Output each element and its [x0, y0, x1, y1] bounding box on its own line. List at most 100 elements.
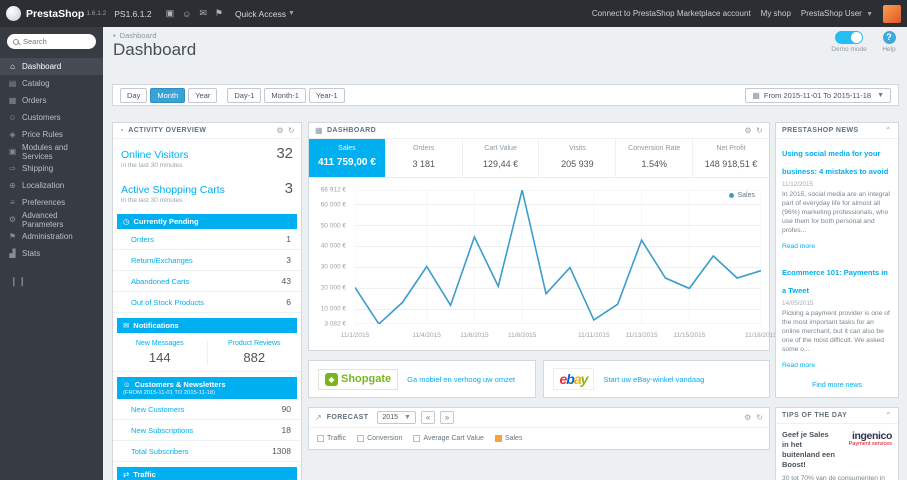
- filter-month-1-button[interactable]: Month-1: [264, 87, 306, 103]
- checkbox-icon: [494, 435, 502, 442]
- sidebar-item-customers[interactable]: ☺ Customers: [0, 109, 103, 126]
- sidebar-item-administration[interactable]: ⚑ Administration: [0, 228, 103, 245]
- caret-down-icon: ▼: [403, 414, 411, 421]
- caret-down-icon: ▼: [877, 91, 884, 99]
- kpi-net-profit[interactable]: Net Profit 148 918,51 €: [693, 139, 769, 177]
- forecast-prev-button[interactable]: «: [420, 411, 435, 424]
- y-axis-tick-label: 30 000 €: [320, 263, 346, 271]
- ebay-link[interactable]: Start uw eBay-winkel vandaag: [603, 375, 704, 384]
- chart-legend[interactable]: Sales: [729, 192, 755, 199]
- sidebar-item-modules[interactable]: ▣ Modules and Services: [0, 143, 103, 161]
- abandoned-carts-row: Abandoned Carts 43: [113, 271, 301, 292]
- kpi-visits[interactable]: Visits 205 939: [539, 139, 617, 177]
- search-input[interactable]: [23, 37, 90, 46]
- new-messages-cell[interactable]: New Messages 144: [113, 340, 207, 365]
- sidebar-item-advanced-parameters[interactable]: ⚙ Advanced Parameters: [0, 211, 103, 229]
- prestashop-logo-icon[interactable]: [6, 6, 21, 21]
- customers-notification-icon[interactable]: ☺: [182, 9, 191, 19]
- sidebar-item-label: Stats: [22, 249, 41, 258]
- sidebar-item-catalog[interactable]: ▤ Catalog: [0, 75, 103, 92]
- abandoned-carts-link[interactable]: Abandoned Carts: [131, 277, 189, 286]
- new-customers-row: New Customers 90: [113, 399, 301, 420]
- online-visitors-link[interactable]: Online Visitors: [121, 149, 189, 161]
- new-customers-value: 90: [281, 404, 291, 414]
- sidebar-collapse-handle[interactable]: ❙❙: [0, 262, 103, 301]
- y-axis-tick-label: 66 912 €: [320, 186, 346, 194]
- forecast-legend-conversion[interactable]: Conversion: [357, 435, 402, 442]
- ingenico-logo: ingenico Payment services: [840, 430, 893, 469]
- marketplace-connect-link[interactable]: Connect to PrestaShop Marketplace accoun…: [592, 9, 751, 18]
- shopgate-banner[interactable]: ◆ Shopgate Ga mobiel en verhoog uw omzet: [308, 360, 536, 398]
- kpi-orders[interactable]: Orders 3 181: [386, 139, 463, 177]
- kpi-cart-value[interactable]: Cart Value 129,44 €: [463, 139, 540, 177]
- user-menu[interactable]: PrestaShop User ▼: [801, 9, 873, 18]
- shop-name[interactable]: PS1.6.1.2: [114, 9, 151, 19]
- sidebar-item-dashboard[interactable]: ⌂ Dashboard: [0, 58, 103, 75]
- refresh-icon[interactable]: ↻: [288, 126, 295, 135]
- sidebar-item-stats[interactable]: ▟ Stats: [0, 245, 103, 262]
- sidebar-item-localization[interactable]: ⊕ Localization: [0, 177, 103, 194]
- sidebar-item-orders[interactable]: ▦ Orders: [0, 92, 103, 109]
- new-messages-label: New Messages: [135, 340, 184, 347]
- mail-icon: ✉: [123, 321, 130, 330]
- sidebar-search[interactable]: [7, 34, 96, 49]
- read-more-link[interactable]: Read more: [782, 243, 815, 250]
- date-range-picker[interactable]: ▦ From 2015-11-01 To 2015-11-18 ▼: [745, 87, 891, 103]
- filter-year-1-button[interactable]: Year-1: [308, 87, 345, 103]
- read-more-link[interactable]: Read more: [782, 362, 815, 369]
- messages-notification-icon[interactable]: ✉: [199, 8, 207, 19]
- traffic-header: ⇄Traffic (FROM 2015-11-01 TO 2015-11-18): [117, 467, 297, 480]
- forecast-next-button[interactable]: »: [439, 411, 454, 424]
- breadcrumb-icon: ▪: [113, 31, 116, 40]
- tips-body: Geef je Sales in het buitenland een Boos…: [776, 424, 898, 480]
- sidebar-item-price-rules[interactable]: ◈ Price Rules: [0, 126, 103, 143]
- forecast-legend-sales[interactable]: Sales: [494, 435, 522, 442]
- gear-icon[interactable]: ⚙: [744, 126, 752, 135]
- home-icon: ⌂: [10, 62, 15, 71]
- filter-month-button[interactable]: Month: [150, 87, 186, 103]
- refresh-icon[interactable]: ↻: [756, 413, 763, 422]
- product-reviews-cell[interactable]: Product Reviews 882: [206, 340, 302, 365]
- shopgate-link[interactable]: Ga mobiel en verhoog uw omzet: [407, 375, 515, 384]
- new-subscriptions-link[interactable]: New Subscriptions: [131, 426, 193, 435]
- kpi-conversion-rate[interactable]: Conversion Rate 1.54%: [616, 139, 694, 177]
- sidebar-item-shipping[interactable]: ⇨ Shipping: [0, 160, 103, 177]
- refresh-icon[interactable]: ↻: [756, 126, 763, 135]
- my-shop-link[interactable]: My shop: [761, 9, 791, 18]
- badge-icon[interactable]: ⚑: [215, 8, 223, 19]
- news-panel-header: PRESTASHOP NEWS ⌃: [776, 123, 898, 139]
- x-axis-tick-label: 11/11/2015: [578, 332, 610, 339]
- help-icon[interactable]: ?: [882, 31, 896, 44]
- sidebar-item-label: Dashboard: [22, 62, 62, 71]
- y-axis-tick-label: 20 000 €: [320, 284, 346, 292]
- news-article-title[interactable]: Using social media for your business: 4 …: [782, 149, 888, 176]
- filter-day-button[interactable]: Day: [120, 87, 148, 103]
- orders-notification-icon[interactable]: ▣: [166, 8, 175, 19]
- quick-access-menu[interactable]: Quick Access: [235, 9, 286, 19]
- avatar[interactable]: [883, 4, 901, 23]
- ebay-banner[interactable]: ebay Start uw eBay-winkel vandaag: [542, 360, 770, 398]
- collapse-icon[interactable]: ⌃: [885, 126, 892, 135]
- news-article-title[interactable]: Ecommerce 101: Payments in a Tweet: [782, 268, 888, 295]
- active-carts-link[interactable]: Active Shopping Carts: [121, 184, 225, 196]
- kpi-sales[interactable]: Sales 411 759,00 €: [309, 139, 386, 177]
- gear-icon[interactable]: ⚙: [744, 413, 751, 422]
- gear-icon[interactable]: ⚙: [276, 126, 284, 135]
- total-subscribers-link[interactable]: Total Subscribers: [131, 447, 189, 456]
- forecast-legend-traffic[interactable]: Traffic: [317, 435, 346, 442]
- filter-year-button[interactable]: Year: [188, 87, 218, 103]
- collapse-icon[interactable]: ⌃: [885, 411, 892, 420]
- sidebar-item-preferences[interactable]: ≡ Preferences: [0, 194, 103, 211]
- chart-plot-area[interactable]: [355, 190, 761, 324]
- find-more-news-link[interactable]: Find more news: [776, 377, 898, 397]
- filter-day-1-button[interactable]: Day-1: [227, 87, 262, 103]
- returns-link[interactable]: Return/Exchanges: [131, 256, 193, 265]
- demo-mode-toggle[interactable]: [835, 31, 863, 44]
- forecast-year-select[interactable]: 2015 ▼: [377, 411, 416, 424]
- out-of-stock-link[interactable]: Out of Stock Products: [131, 298, 204, 307]
- orders-icon: ▦: [8, 96, 17, 105]
- forecast-legend-average-cart-value[interactable]: Average Cart Value: [413, 435, 484, 442]
- pending-orders-link[interactable]: Orders: [131, 235, 154, 244]
- new-customers-link[interactable]: New Customers: [131, 405, 184, 414]
- news-article-excerpt: In 2015, social media are an integral pa…: [782, 191, 890, 235]
